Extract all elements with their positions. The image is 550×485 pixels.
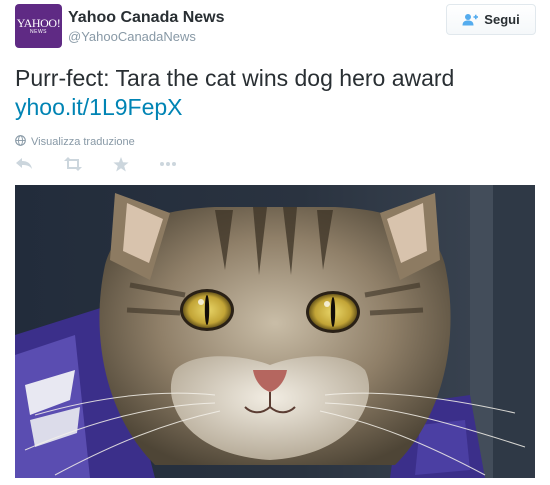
tweet-link[interactable]: yhoo.it/1L9FepX (15, 93, 535, 122)
add-user-icon (462, 13, 479, 26)
tweet-text: Purr-fect: Tara the cat wins dog hero aw… (15, 64, 535, 122)
avatar-logo-subtext: NEWS (30, 29, 47, 35)
tweet-card: YAHOO! NEWS Yahoo Canada News @YahooCana… (0, 0, 550, 485)
user-handle[interactable]: @YahooCanadaNews (68, 29, 196, 44)
more-icon[interactable] (159, 161, 177, 167)
translate-label: Visualizza traduzione (31, 136, 135, 148)
avatar-logo-text: YAHOO! (16, 16, 61, 30)
follow-button[interactable]: Segui (446, 4, 536, 35)
retweet-icon[interactable] (63, 157, 83, 171)
reply-icon[interactable] (15, 157, 33, 171)
avatar[interactable]: YAHOO! NEWS (15, 4, 62, 48)
tweet-headline: Purr-fect: Tara the cat wins dog hero aw… (15, 65, 455, 91)
tweet-actions (15, 154, 207, 174)
tweet-photo[interactable] (15, 185, 535, 478)
display-name[interactable]: Yahoo Canada News (68, 9, 225, 27)
translate-link[interactable]: Visualizza traduzione (15, 135, 135, 149)
cat-photo (15, 185, 535, 478)
globe-icon (15, 135, 26, 149)
favorite-icon[interactable] (113, 156, 129, 172)
follow-button-label: Segui (484, 12, 520, 27)
